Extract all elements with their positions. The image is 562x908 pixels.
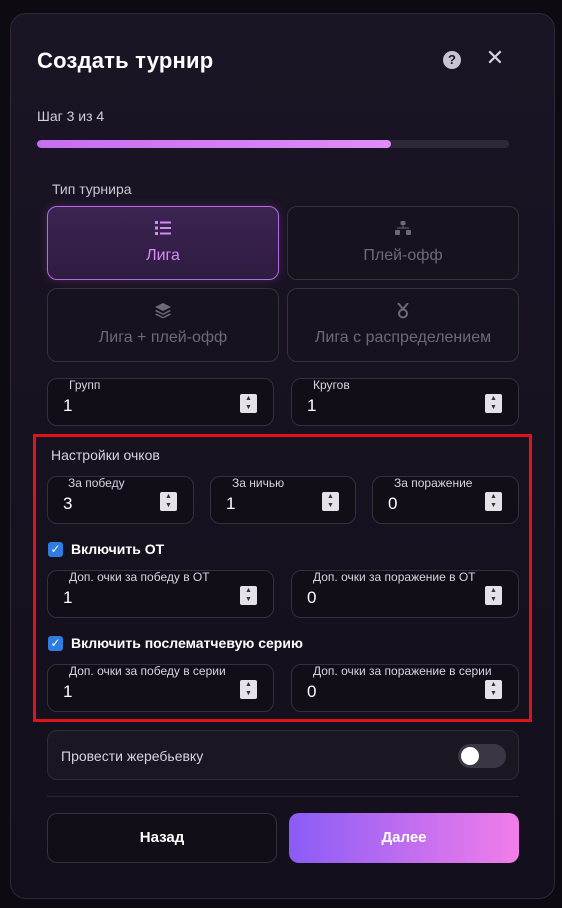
loss-points-value[interactable]: 0	[388, 494, 397, 514]
back-button[interactable]: Назад	[47, 813, 277, 863]
toggle-knob	[461, 747, 479, 765]
bracket-icon	[288, 221, 518, 239]
progress-bar-fill	[37, 140, 391, 148]
draw-points-field[interactable]: За ничью 1 ▲ ▼	[210, 476, 356, 524]
draw-toggle[interactable]	[458, 744, 506, 768]
close-icon[interactable]: ✕	[484, 47, 506, 69]
shootout-loss-field[interactable]: Доп. очки за поражение в серии 0 ▲ ▼	[291, 664, 519, 712]
type-option-label: Лига	[146, 247, 180, 264]
win-points-label: За победу	[68, 476, 125, 490]
help-icon[interactable]: ?	[443, 51, 461, 69]
rounds-label: Кругов	[313, 378, 350, 392]
ot-checkbox[interactable]: ✓	[48, 541, 63, 557]
type-option-league[interactable]: Лига	[47, 206, 279, 280]
loss-points-field[interactable]: За поражение 0 ▲ ▼	[372, 476, 519, 524]
ot-loss-label: Доп. очки за поражение в ОТ	[313, 570, 476, 584]
draw-points-stepper[interactable]: ▲ ▼	[322, 492, 339, 511]
points-settings-title: Настройки очков	[51, 447, 160, 463]
shootout-win-field[interactable]: Доп. очки за победу в серии 1 ▲ ▼	[47, 664, 274, 712]
rounds-value[interactable]: 1	[307, 396, 316, 416]
tournament-type-label: Тип турнира	[52, 181, 132, 197]
list-icon	[48, 221, 278, 239]
ot-win-stepper[interactable]: ▲ ▼	[240, 586, 257, 605]
layers-icon	[48, 303, 278, 322]
shootout-win-value[interactable]: 1	[63, 682, 72, 702]
progress-bar	[37, 140, 509, 148]
draw-toggle-row: Провести жеребьевку	[47, 730, 519, 780]
loss-points-label: За поражение	[394, 476, 473, 490]
type-option-playoff[interactable]: Плей-офф	[287, 206, 519, 280]
groups-value[interactable]: 1	[63, 396, 72, 416]
groups-label: Групп	[69, 378, 101, 392]
draw-toggle-label: Провести жеребьевку	[61, 748, 204, 764]
type-option-league-distribution[interactable]: Лига с распределением	[287, 288, 519, 362]
medal-icon	[288, 302, 518, 323]
shootout-checkbox[interactable]: ✓	[48, 635, 63, 651]
ot-win-field[interactable]: Доп. очки за победу в ОТ 1 ▲ ▼	[47, 570, 274, 618]
win-points-stepper[interactable]: ▲ ▼	[160, 492, 177, 511]
ot-win-value[interactable]: 1	[63, 588, 72, 608]
ot-checkbox-label[interactable]: Включить ОТ	[71, 541, 164, 557]
groups-stepper[interactable]: ▲ ▼	[240, 394, 257, 413]
step-indicator: Шаг 3 из 4	[37, 108, 105, 124]
shootout-win-stepper[interactable]: ▲ ▼	[240, 680, 257, 699]
groups-field[interactable]: Групп 1 ▲ ▼	[47, 378, 274, 426]
next-button[interactable]: Далее	[289, 813, 519, 863]
ot-loss-value[interactable]: 0	[307, 588, 316, 608]
draw-points-value[interactable]: 1	[226, 494, 235, 514]
ot-loss-field[interactable]: Доп. очки за поражение в ОТ 0 ▲ ▼	[291, 570, 519, 618]
shootout-checkbox-label[interactable]: Включить послематчевую серию	[71, 635, 303, 651]
rounds-field[interactable]: Кругов 1 ▲ ▼	[291, 378, 519, 426]
shootout-win-label: Доп. очки за победу в серии	[69, 664, 226, 678]
type-option-label: Лига + плей-офф	[98, 329, 228, 346]
shootout-loss-label: Доп. очки за поражение в серии	[313, 664, 492, 678]
ot-loss-stepper[interactable]: ▲ ▼	[485, 586, 502, 605]
type-option-label: Плей-офф	[363, 247, 443, 264]
type-option-league-playoff[interactable]: Лига + плей-офф	[47, 288, 279, 362]
modal-title: Создать турнир	[37, 48, 214, 73]
shootout-checkbox-row[interactable]: ✓ Включить послематчевую серию	[48, 634, 303, 652]
win-points-field[interactable]: За победу 3 ▲ ▼	[47, 476, 194, 524]
shootout-loss-value[interactable]: 0	[307, 682, 316, 702]
ot-checkbox-row[interactable]: ✓ Включить ОТ	[48, 540, 164, 558]
loss-points-stepper[interactable]: ▲ ▼	[485, 492, 502, 511]
rounds-stepper[interactable]: ▲ ▼	[485, 394, 502, 413]
shootout-loss-stepper[interactable]: ▲ ▼	[485, 680, 502, 699]
footer-divider	[47, 796, 519, 797]
ot-win-label: Доп. очки за победу в ОТ	[69, 570, 210, 584]
win-points-value[interactable]: 3	[63, 494, 72, 514]
draw-points-label: За ничью	[232, 476, 285, 490]
type-option-label: Лига с распределением	[314, 329, 492, 346]
